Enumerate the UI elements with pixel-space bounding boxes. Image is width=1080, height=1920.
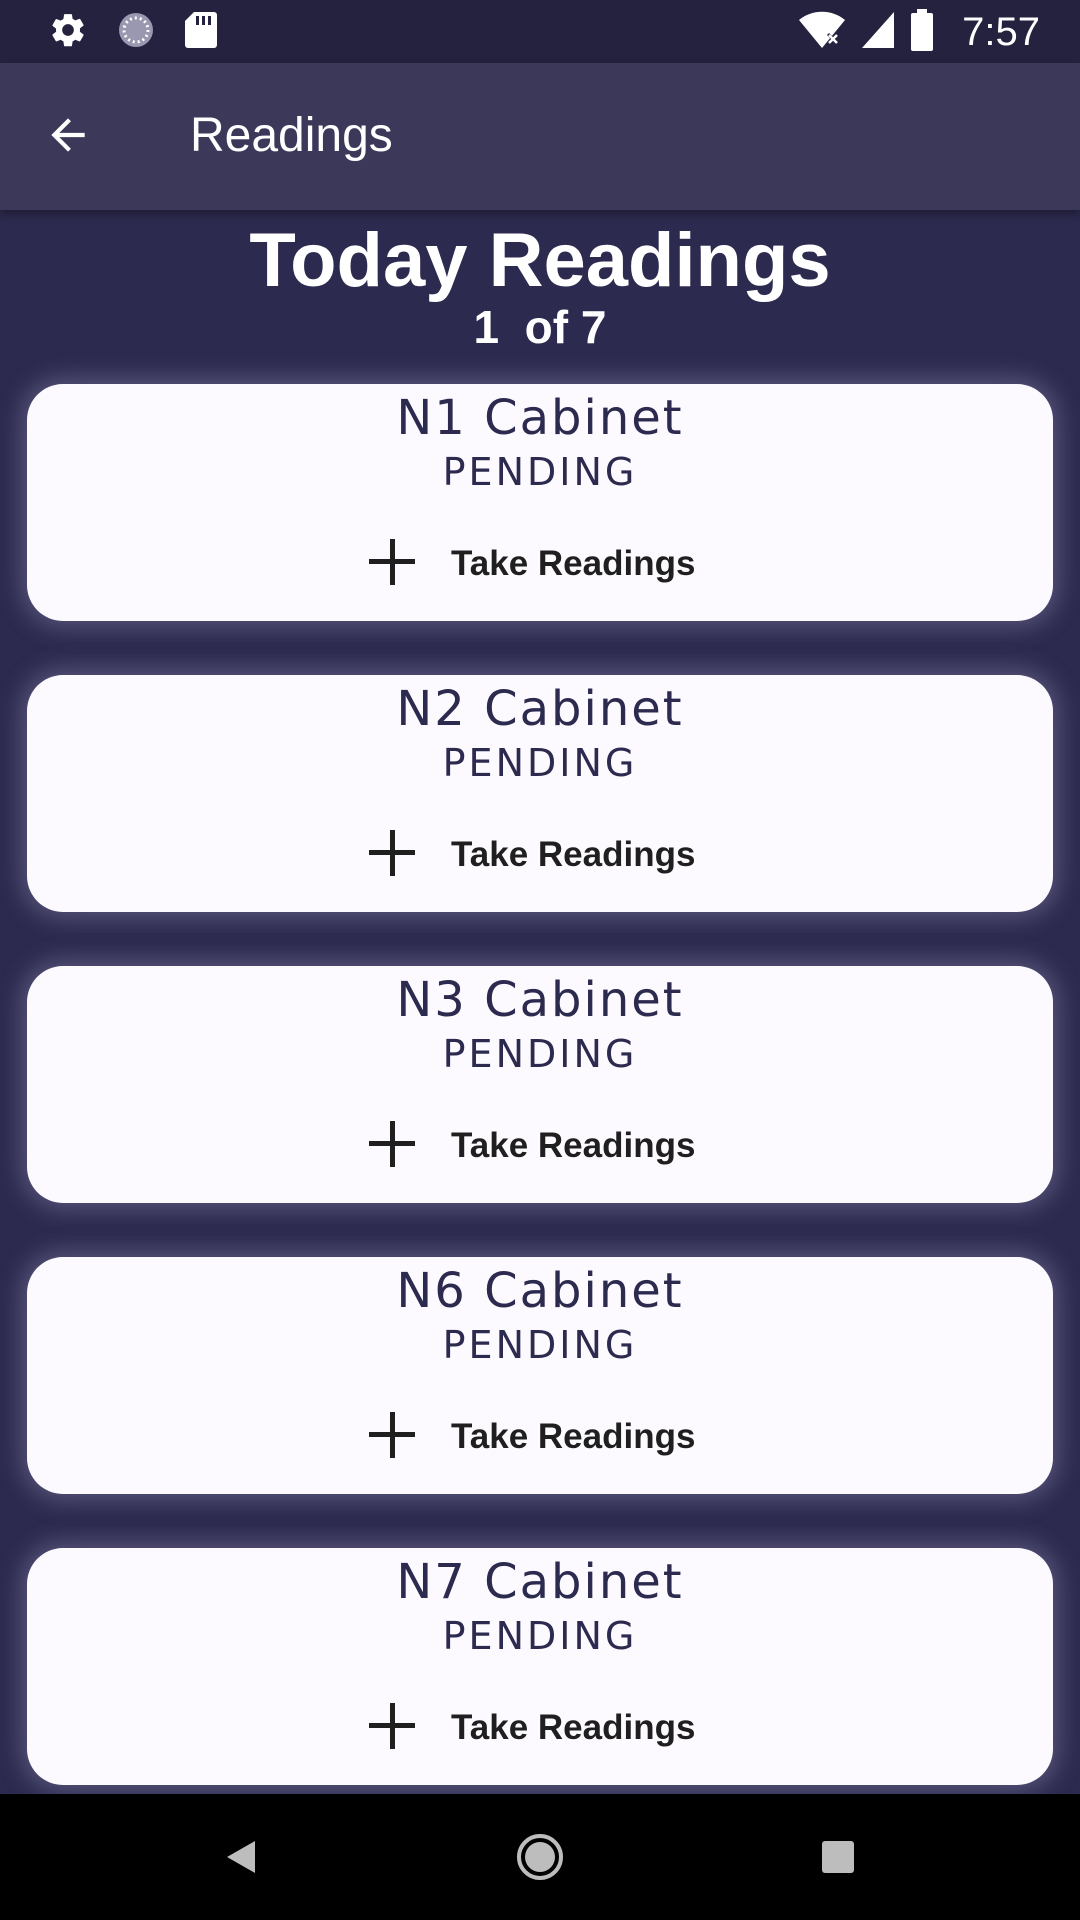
take-readings-label: Take Readings [451,1708,696,1747]
plus-icon [367,537,417,592]
cabinet-status: PENDING [442,450,638,494]
sd-card-icon [184,10,218,55]
status-right-icons: 7:57 [798,8,1040,56]
cabinet-card: N3 Cabinet PENDING Take Readings [27,966,1053,1203]
plus-icon [367,1701,417,1756]
system-nav-bar [0,1794,1080,1920]
cabinet-name: N2 Cabinet [396,681,684,737]
status-bar: 7:57 [0,0,1080,63]
plus-icon [367,1119,417,1174]
take-readings-button[interactable]: Take Readings [367,1116,695,1176]
plus-icon [367,1410,417,1465]
screen: 7:57 Readings Today Readings 1 of 7 N1 C… [0,0,1080,1920]
app-bar-title: Readings [190,109,393,162]
take-readings-button[interactable]: Take Readings [367,1698,695,1758]
wifi-icon [798,10,846,55]
cabinet-name: N7 Cabinet [396,1554,684,1610]
cabinet-card: N2 Cabinet PENDING Take Readings [27,675,1053,912]
take-readings-label: Take Readings [451,835,696,874]
take-readings-label: Take Readings [451,1417,696,1456]
cabinet-card: N1 Cabinet PENDING Take Readings [27,384,1053,621]
cabinet-status: PENDING [442,1323,638,1367]
progress-counter: 1 of 7 [473,301,607,353]
take-readings-button[interactable]: Take Readings [367,1407,695,1467]
cabinet-name: N6 Cabinet [396,1263,684,1319]
take-readings-button[interactable]: Take Readings [367,534,695,594]
readings-header: Today Readings 1 of 7 [0,210,1080,352]
battery-icon [910,8,934,56]
settings-icon [48,10,88,55]
back-triangle-icon [221,1837,261,1882]
signal-icon [860,10,896,55]
cabinet-name: N3 Cabinet [396,972,684,1028]
status-left-icons [48,10,218,54]
plus-icon [367,828,417,883]
cabinet-card: N6 Cabinet PENDING Take Readings [27,1257,1053,1494]
home-circle-icon [515,1832,565,1887]
cabinet-card: N7 Cabinet PENDING Take Readings [27,1548,1053,1785]
arrow-left-icon [43,110,93,165]
recents-square-icon [820,1839,856,1880]
nav-home-button[interactable] [505,1824,575,1894]
status-time: 7:57 [962,9,1040,54]
nav-back-button[interactable] [206,1824,276,1894]
take-readings-label: Take Readings [451,544,696,583]
back-button[interactable] [36,105,100,169]
cabinet-status: PENDING [442,1032,638,1076]
nav-recents-button[interactable] [803,1824,873,1894]
page-title: Today Readings [249,218,831,303]
cabinet-name: N1 Cabinet [396,390,684,446]
cabinet-status: PENDING [442,741,638,785]
cabinet-status: PENDING [442,1614,638,1658]
app-bar: Readings [0,63,1080,210]
take-readings-button[interactable]: Take Readings [367,825,695,885]
take-readings-label: Take Readings [451,1126,696,1165]
sync-icon [116,10,156,55]
